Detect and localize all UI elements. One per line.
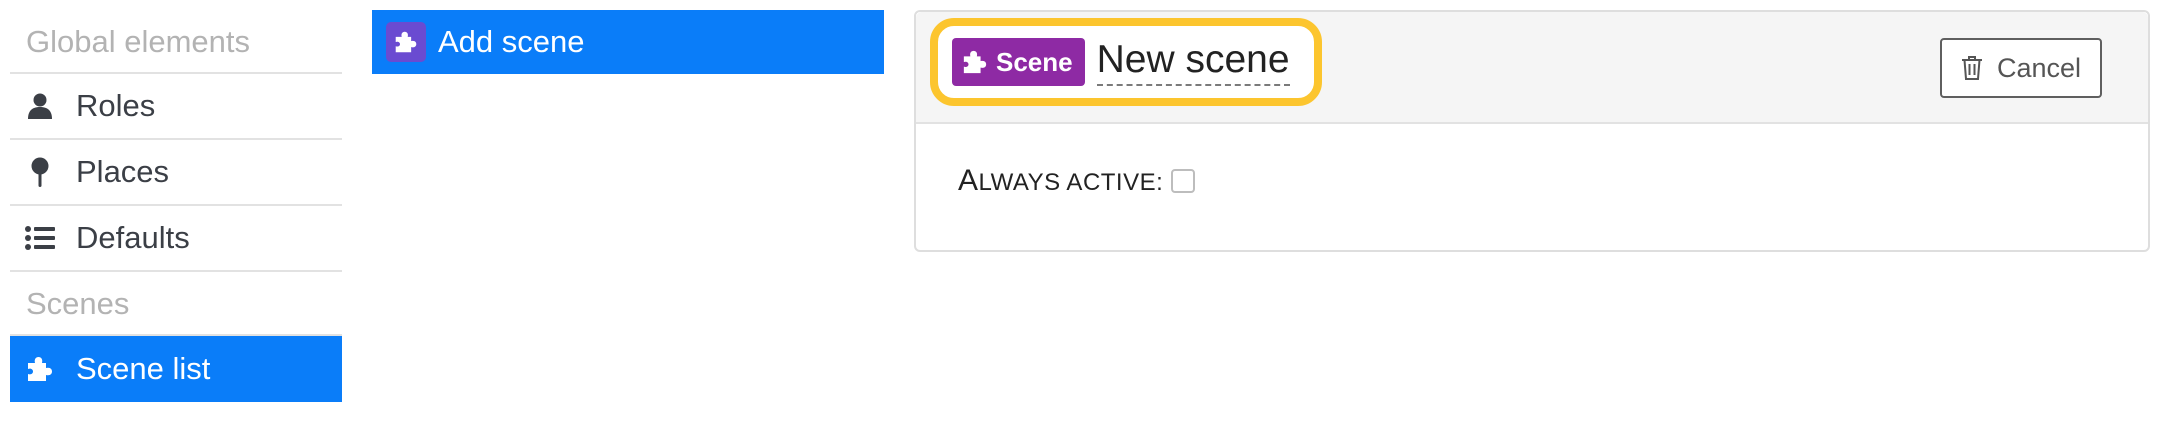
puzzle-icon bbox=[963, 50, 987, 74]
sidebar-item-scene-list[interactable]: Scene list bbox=[10, 336, 342, 402]
scene-name-field[interactable]: New scene bbox=[1096, 38, 1290, 86]
sidebar-item-defaults[interactable]: Defaults bbox=[10, 206, 342, 272]
scene-editor-panel: Scene New scene Cancel ALWAYS ACTIVE: bbox=[914, 10, 2150, 252]
cancel-button[interactable]: Cancel bbox=[1940, 38, 2102, 98]
panel-body: ALWAYS ACTIVE: bbox=[916, 124, 2148, 198]
sidebar-item-label: Roles bbox=[76, 88, 156, 123]
add-scene-label: Add scene bbox=[438, 24, 585, 59]
add-scene-button[interactable]: Add scene bbox=[372, 10, 884, 74]
sidebar-item-label: Scene list bbox=[76, 351, 211, 386]
scene-badge-label: Scene bbox=[996, 46, 1073, 77]
sidebar-item-label: Places bbox=[76, 154, 170, 189]
scene-list-column: Add scene bbox=[372, 10, 884, 74]
user-icon bbox=[4, 93, 76, 119]
cancel-label: Cancel bbox=[1996, 52, 2082, 83]
always-active-label-first: A bbox=[958, 164, 979, 197]
panel-header: Scene New scene Cancel bbox=[916, 12, 2148, 124]
puzzle-icon bbox=[386, 22, 426, 62]
sidebar-item-places[interactable]: Places bbox=[10, 140, 342, 206]
global-elements-header: Global elements bbox=[10, 10, 342, 74]
scene-badge: Scene bbox=[952, 38, 1085, 86]
sidebar-item-label: Defaults bbox=[76, 220, 190, 255]
pin-icon bbox=[4, 157, 76, 187]
sidebar-item-roles[interactable]: Roles bbox=[10, 74, 342, 140]
always-active-checkbox[interactable] bbox=[1171, 169, 1196, 193]
always-active-label-rest: LWAYS ACTIVE: bbox=[978, 169, 1164, 196]
scenes-header: Scenes bbox=[10, 272, 342, 336]
sidebar: Global elements Roles Places Defaults Sc… bbox=[10, 10, 342, 402]
scene-title-highlight: Scene New scene bbox=[930, 18, 1322, 106]
trash-icon bbox=[1961, 56, 1982, 80]
always-active-label: ALWAYS ACTIVE: bbox=[958, 164, 1163, 198]
list-icon bbox=[4, 226, 76, 250]
puzzle-icon bbox=[4, 355, 76, 383]
